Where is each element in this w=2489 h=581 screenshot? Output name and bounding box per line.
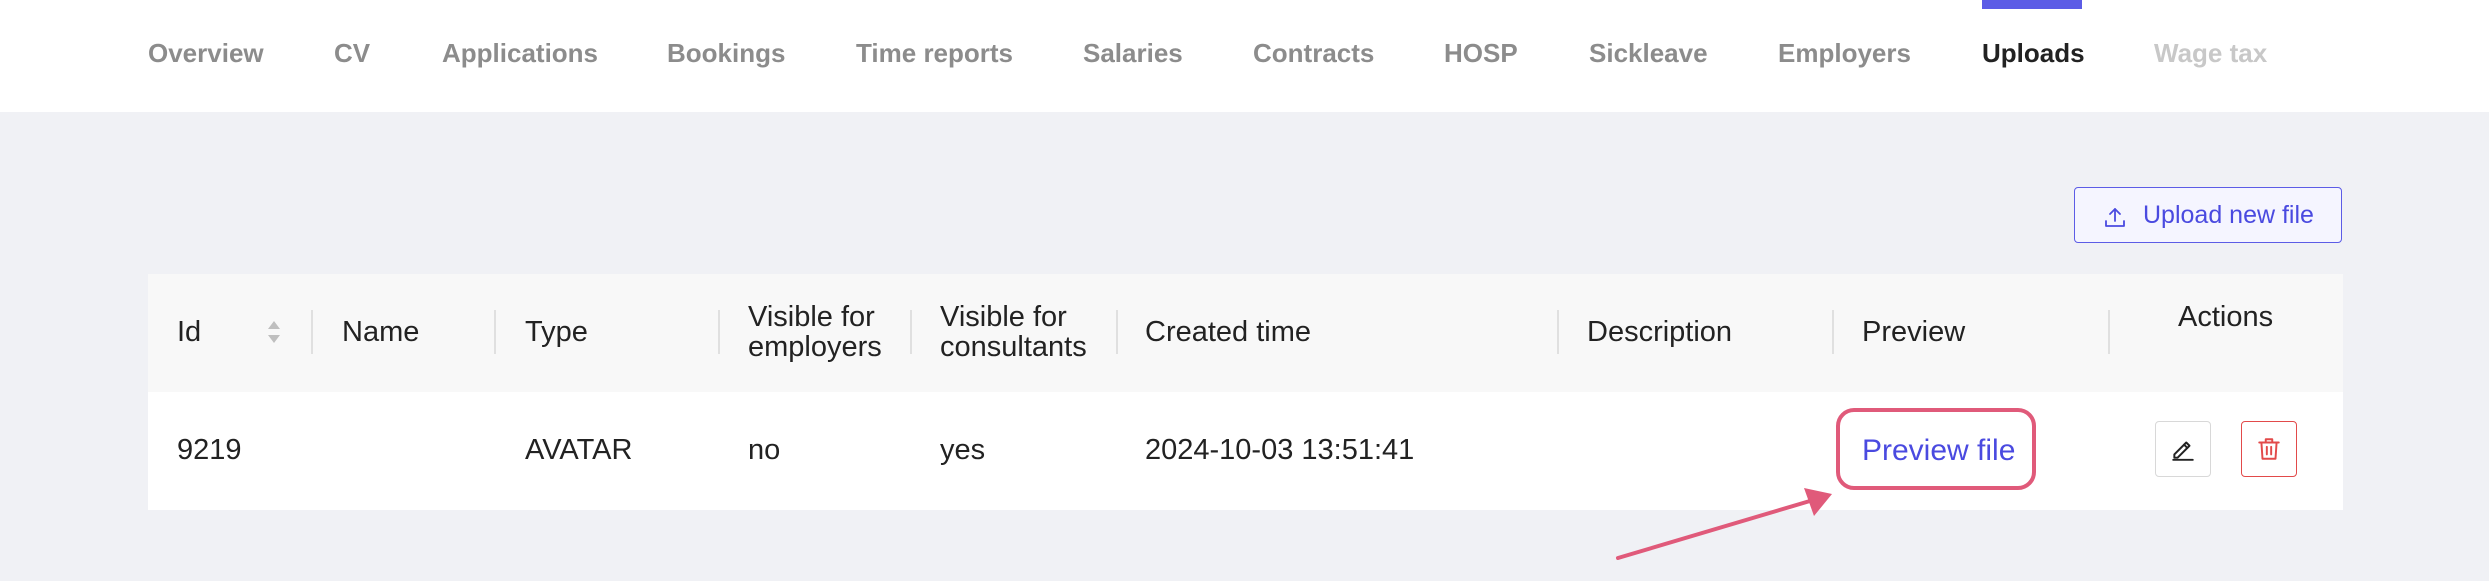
tab-bar: Overview CV Applications Bookings Time r… <box>0 0 2489 112</box>
column-header-id[interactable]: Id <box>177 317 201 347</box>
top-navigation: Overview CV Applications Bookings Time r… <box>0 0 2489 112</box>
cell-visible-employers: no <box>748 434 781 466</box>
edit-button[interactable] <box>2155 421 2211 477</box>
tab-wage-tax: Wage tax <box>2154 38 2268 68</box>
column-header-description: Description <box>1587 316 1733 348</box>
column-separator <box>1557 310 1559 354</box>
column-header-created-time: Created time <box>1145 316 1312 348</box>
trash-icon <box>2258 438 2280 460</box>
cell-type: AVATAR <box>525 434 633 466</box>
column-separator <box>2108 310 2110 354</box>
header-line: employers <box>748 331 882 363</box>
column-separator <box>718 310 720 354</box>
tab-cv[interactable]: CV <box>334 38 370 69</box>
tab-employers[interactable]: Employers <box>1778 38 1911 69</box>
tab-time-reports[interactable]: Time reports <box>856 38 1013 69</box>
tab-overview[interactable]: Overview <box>148 38 264 69</box>
column-header-actions: Actions <box>2178 301 2274 333</box>
sort-icon[interactable] <box>266 318 282 346</box>
tab-sickleave[interactable]: Sickleave <box>1589 38 1708 69</box>
preview-file-link[interactable]: Preview file <box>1836 408 2036 490</box>
preview-file-label: Preview file <box>1862 434 2016 467</box>
annotation-arrow-icon <box>1616 488 1832 560</box>
upload-button-label: Upload new file <box>2143 201 2314 229</box>
upload-new-file-button[interactable]: Upload new file <box>2074 187 2342 243</box>
cell-id: 9219 <box>177 434 242 466</box>
tab-hosp[interactable]: HOSP <box>1444 38 1518 69</box>
column-header-preview: Preview <box>1862 316 1966 348</box>
column-separator <box>1832 310 1834 354</box>
active-tab-indicator <box>1982 0 2082 9</box>
tab-salaries[interactable]: Salaries <box>1083 38 1183 69</box>
tab-applications[interactable]: Applications <box>442 38 598 69</box>
column-separator <box>910 310 912 354</box>
tab-bookings[interactable]: Bookings <box>667 38 785 69</box>
header-line: Visible for <box>940 301 1067 333</box>
upload-icon <box>2105 208 2125 227</box>
pencil-icon <box>2172 441 2194 461</box>
header-line: consultants <box>940 331 1087 363</box>
column-separator <box>311 310 313 354</box>
tab-uploads[interactable]: Uploads <box>1982 38 2085 69</box>
column-header-name: Name <box>342 316 420 348</box>
column-separator <box>494 310 496 354</box>
cell-created-time: 2024-10-03 13:51:41 <box>1145 434 1415 466</box>
column-header-visible-consultants: Visible for consultants <box>940 302 1087 362</box>
header-line: Visible for <box>748 301 875 333</box>
column-header-visible-employers: Visible for employers <box>748 302 882 362</box>
tab-contracts[interactable]: Contracts <box>1253 38 1374 69</box>
cell-visible-consultants: yes <box>940 434 986 466</box>
column-header-type: Type <box>525 316 588 348</box>
delete-button[interactable] <box>2241 421 2297 477</box>
column-separator <box>1116 310 1118 354</box>
